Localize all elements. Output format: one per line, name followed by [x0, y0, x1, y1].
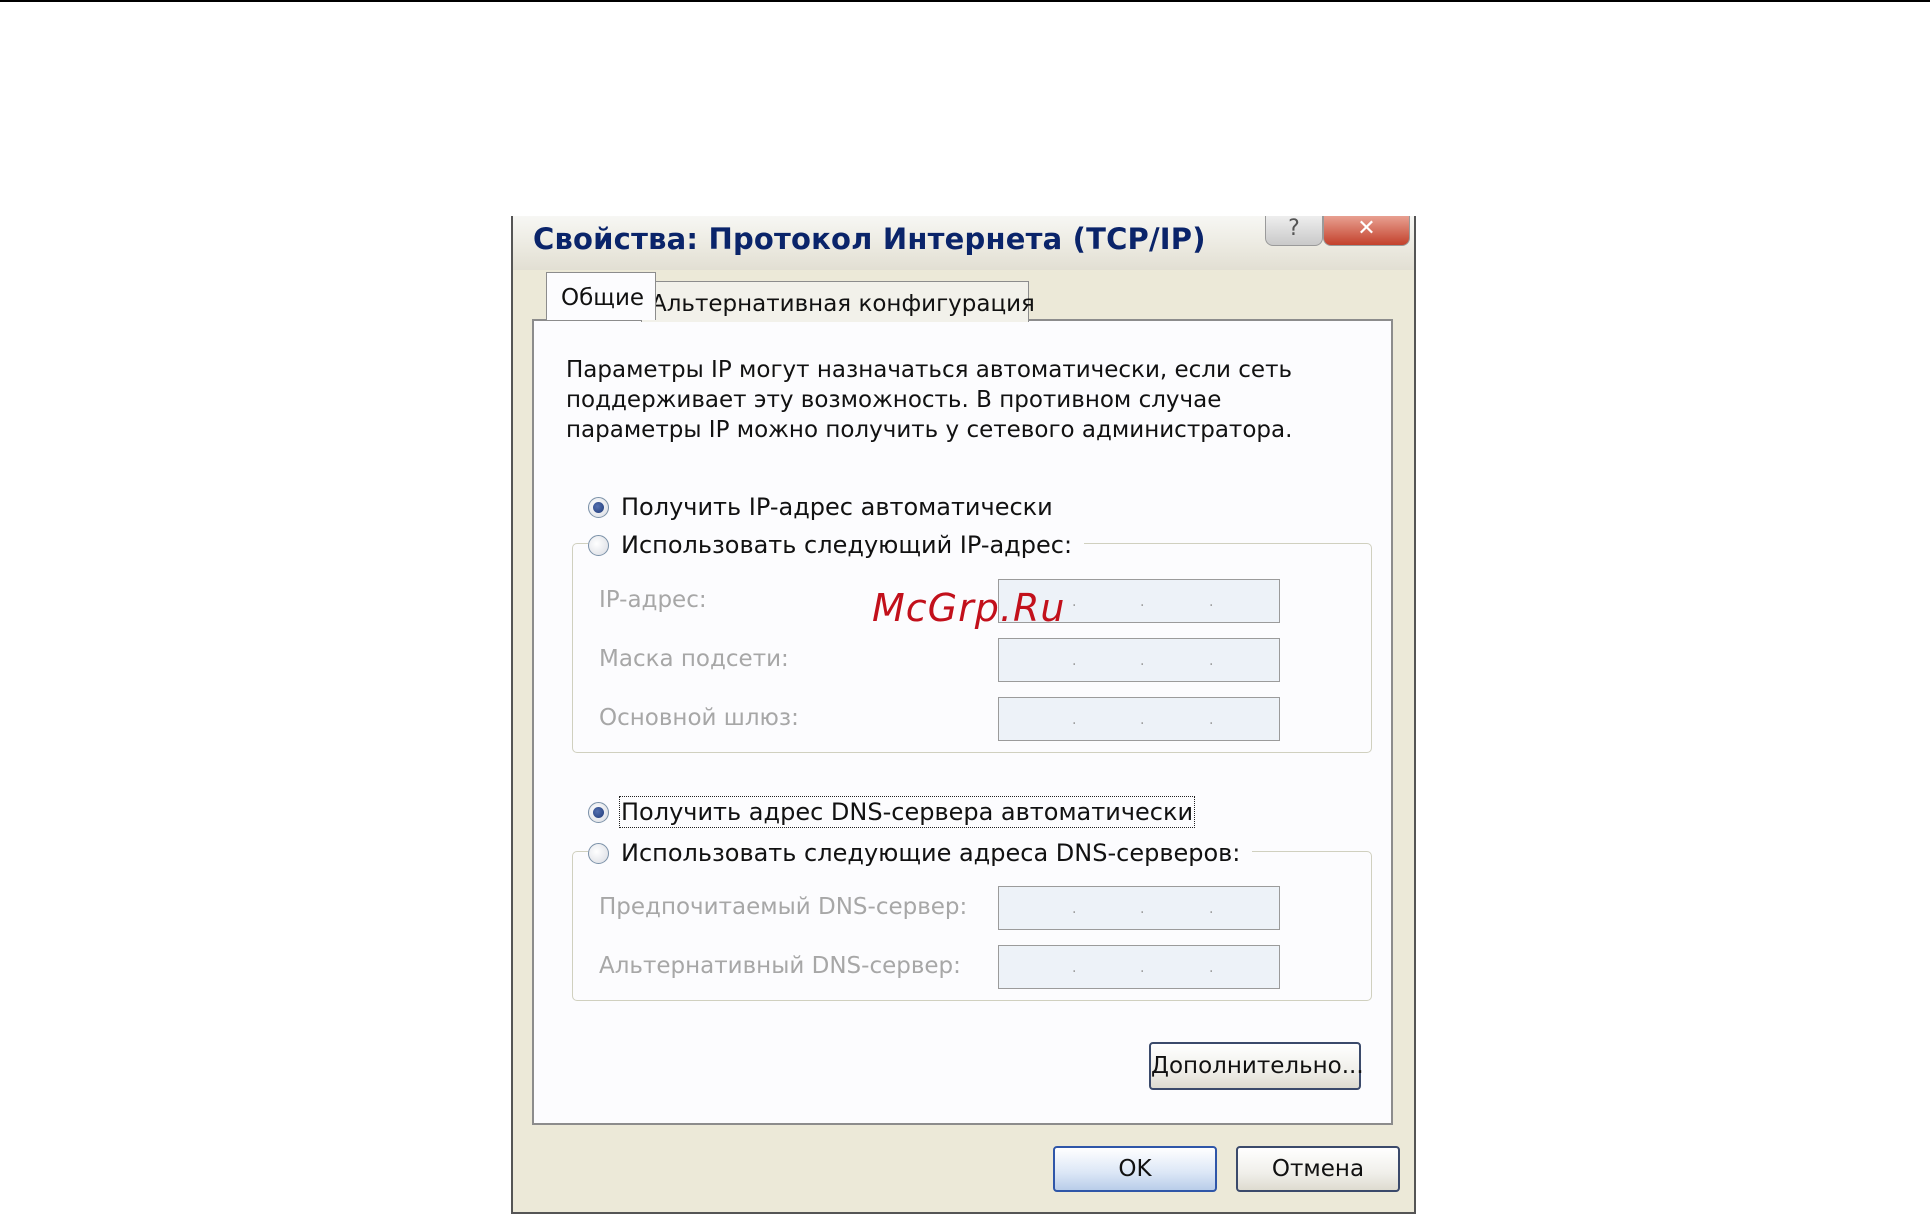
close-icon: ✕ [1357, 216, 1376, 241]
alternate-dns-field[interactable]: ... [998, 945, 1280, 989]
advanced-button[interactable]: Дополнительно... [1149, 1042, 1364, 1090]
radio-dns-auto-indicator[interactable] [588, 801, 609, 823]
window-title: Свойства: Протокол Интернета (TCP/IP) [533, 222, 1206, 256]
general-tab-panel: Параметры IP могут назначаться автоматич… [532, 319, 1393, 1125]
default-gateway-field[interactable]: ... [998, 697, 1280, 741]
radio-ip-auto[interactable]: Получить IP-адрес автоматически [588, 493, 1053, 521]
preferred-dns-label: Предпочитаемый DNS-сервер: [599, 894, 968, 920]
radio-dns-manual[interactable]: Использовать следующие адреса DNS-сервер… [588, 839, 1253, 867]
radio-ip-auto-indicator[interactable] [588, 496, 609, 518]
title-bar[interactable]: Свойства: Протокол Интернета (TCP/IP) ? … [513, 216, 1414, 270]
tab-general[interactable]: Общие [546, 272, 656, 320]
subnet-mask-label: Маска подсети: [599, 646, 789, 672]
preferred-dns-field[interactable]: ... [998, 886, 1280, 930]
ip-address-label: IP-адрес: [599, 587, 707, 613]
subnet-mask-field[interactable]: ... [998, 638, 1280, 682]
tcpip-properties-dialog: Свойства: Протокол Интернета (TCP/IP) ? … [511, 216, 1416, 1214]
cancel-button[interactable]: Отмена [1236, 1146, 1400, 1192]
radio-dns-auto[interactable]: Получить адрес DNS-сервера автоматически [588, 796, 1196, 828]
radio-dns-manual-indicator[interactable] [588, 842, 609, 864]
ok-button[interactable]: OK [1053, 1146, 1217, 1192]
help-button[interactable]: ? [1265, 216, 1323, 246]
radio-ip-manual-indicator[interactable] [588, 534, 609, 556]
default-gateway-label: Основной шлюз: [599, 705, 799, 731]
radio-ip-manual-label: Использовать следующий IP-адрес: [621, 531, 1073, 559]
tab-alternate-configuration[interactable]: Альтернативная конфигурация [641, 281, 1035, 322]
radio-ip-manual[interactable]: Использовать следующий IP-адрес: [588, 531, 1085, 559]
question-mark-icon: ? [1288, 216, 1300, 241]
page-top-rule [0, 0, 1930, 2]
tab-alternate-label: Альтернативная конфигурация [651, 291, 1035, 317]
close-button[interactable]: ✕ [1323, 216, 1410, 246]
tab-general-label: Общие [561, 285, 645, 311]
radio-ip-auto-label: Получить IP-адрес автоматически [621, 493, 1053, 521]
alternate-dns-label: Альтернативный DNS-сервер: [599, 953, 961, 979]
description-text: Параметры IP могут назначаться автоматич… [566, 357, 1293, 443]
radio-dns-manual-label: Использовать следующие адреса DNS-сервер… [621, 839, 1241, 867]
watermark-text: McGrp.Ru [872, 586, 1066, 630]
radio-dns-auto-label: Получить адрес DNS-сервера автоматически [618, 796, 1196, 828]
